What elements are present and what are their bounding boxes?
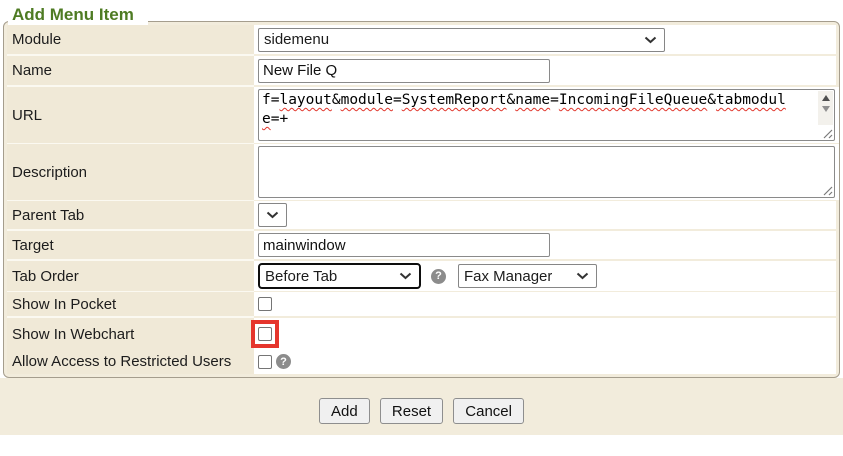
scroll-up-icon[interactable]: [822, 95, 830, 101]
parent-tab-label: Parent Tab: [7, 201, 254, 231]
allow-restricted-label: Allow Access to Restricted Users: [7, 349, 254, 374]
add-menu-item-fieldset: Add Menu Item Module sidemenu Name URL f…: [3, 21, 840, 378]
url-label: URL: [7, 87, 254, 145]
row-target: Target: [7, 231, 836, 261]
row-name: Name: [7, 56, 836, 87]
annotation-highlight-box: [251, 320, 279, 348]
row-show-in-webchart: Show In Webchart: [7, 318, 836, 349]
show-in-pocket-label: Show In Pocket: [7, 292, 254, 318]
cancel-button[interactable]: Cancel: [453, 398, 524, 424]
button-bar: Add Reset Cancel: [0, 378, 843, 435]
add-button[interactable]: Add: [319, 398, 370, 424]
row-allow-restricted: Allow Access to Restricted Users ?: [7, 349, 836, 374]
description-text: [259, 147, 816, 149]
help-icon[interactable]: ?: [431, 269, 446, 284]
reset-button[interactable]: Reset: [380, 398, 443, 424]
help-icon[interactable]: ?: [276, 354, 291, 369]
adjacent-tab-select[interactable]: Fax Manager: [458, 264, 597, 288]
parent-tab-select[interactable]: [258, 203, 287, 227]
adjacent-tab-select-value: Fax Manager: [464, 268, 552, 285]
target-label: Target: [7, 231, 254, 261]
page-title: Add Menu Item: [8, 5, 148, 25]
name-input[interactable]: [258, 59, 550, 83]
url-text: f=layout&module=SystemReport&name=Incomi…: [259, 90, 816, 130]
row-description: Description: [7, 144, 836, 201]
module-select[interactable]: sidemenu: [258, 28, 665, 52]
scroll-down-icon[interactable]: [822, 106, 830, 112]
row-parent-tab: Parent Tab: [7, 201, 836, 231]
chevron-down-icon: [644, 36, 657, 44]
show-in-webchart-label: Show In Webchart: [7, 318, 254, 352]
module-select-value: sidemenu: [264, 31, 329, 48]
chevron-down-icon: [399, 272, 412, 280]
allow-restricted-checkbox[interactable]: [258, 355, 272, 369]
module-label: Module: [7, 25, 254, 56]
name-label: Name: [7, 56, 254, 87]
show-in-webchart-checkbox[interactable]: [258, 327, 272, 341]
row-show-in-pocket: Show In Pocket: [7, 292, 836, 318]
row-url: URL f=layout&module=SystemReport&name=In…: [7, 87, 836, 144]
description-textarea[interactable]: [258, 146, 835, 198]
tab-order-select[interactable]: Before Tab: [258, 263, 421, 289]
chevron-down-icon: [576, 272, 589, 280]
tab-order-label: Tab Order: [7, 261, 254, 293]
url-scrollbar[interactable]: [818, 91, 833, 125]
row-module: Module sidemenu: [7, 25, 836, 56]
tab-order-select-value: Before Tab: [265, 268, 337, 285]
resize-grip-icon[interactable]: [821, 127, 833, 139]
resize-grip-icon[interactable]: [821, 184, 833, 196]
show-in-pocket-checkbox[interactable]: [258, 297, 272, 311]
description-label: Description: [7, 144, 254, 202]
chevron-down-icon: [266, 211, 279, 219]
row-tab-order: Tab Order Before Tab ? Fax Manager: [7, 261, 836, 292]
target-input[interactable]: [258, 233, 550, 257]
url-textarea[interactable]: f=layout&module=SystemReport&name=Incomi…: [258, 89, 835, 141]
